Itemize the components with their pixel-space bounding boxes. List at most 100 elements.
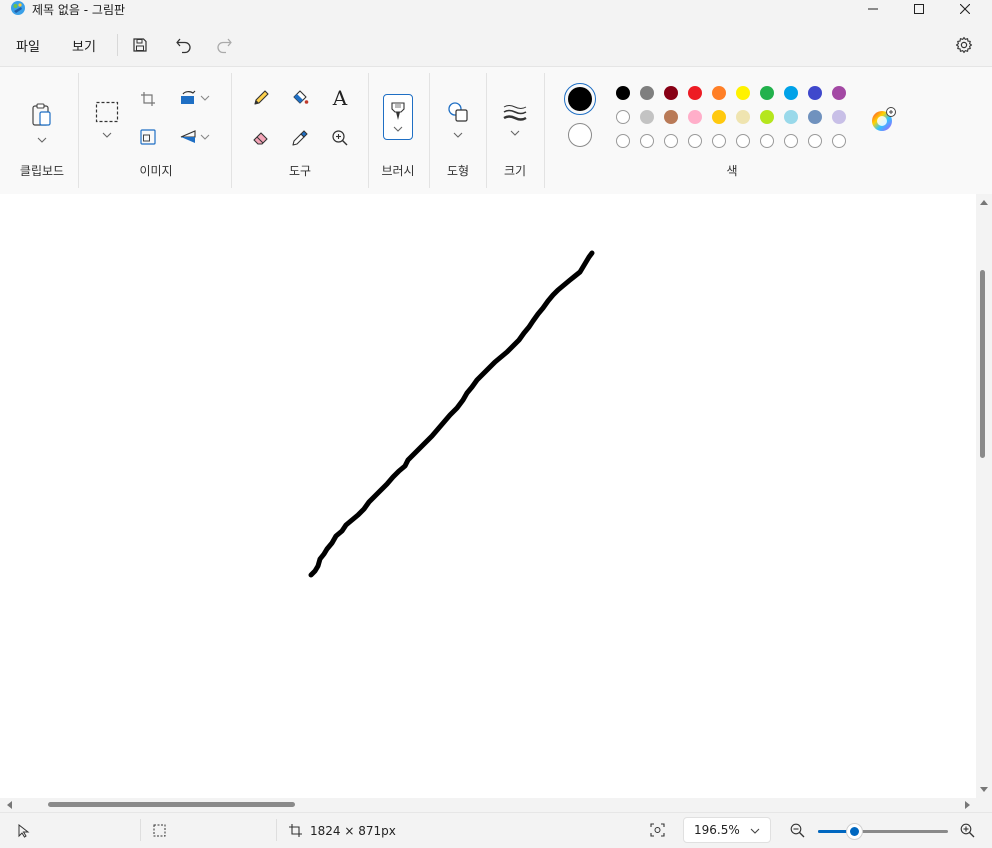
gear-icon — [955, 36, 973, 54]
horizontal-scrollbar[interactable] — [0, 798, 976, 812]
custom-color-slot[interactable] — [784, 134, 798, 148]
zoom-slider-thumb[interactable] — [847, 824, 862, 839]
secondary-color-swatch[interactable] — [568, 123, 592, 147]
chevron-down-icon — [102, 132, 112, 138]
undo-button[interactable] — [170, 32, 198, 58]
minimize-icon — [868, 8, 878, 10]
resize-icon — [140, 129, 156, 145]
color-picker-tool[interactable] — [289, 127, 311, 149]
select-button[interactable] — [92, 95, 122, 145]
close-button[interactable] — [942, 0, 988, 18]
zoom-dropdown[interactable]: 196.5% — [683, 817, 771, 843]
custom-color-slot[interactable] — [664, 134, 678, 148]
custom-color-slot[interactable] — [688, 134, 702, 148]
magnifier-tool[interactable] — [329, 127, 351, 149]
minimize-button[interactable] — [850, 0, 896, 18]
clipboard-icon — [32, 103, 51, 126]
scroll-left-arrow-icon[interactable] — [5, 801, 13, 809]
scroll-up-arrow-icon[interactable] — [980, 198, 988, 206]
brush-button[interactable] — [383, 94, 413, 140]
save-button[interactable] — [126, 32, 154, 58]
custom-color-slot[interactable] — [616, 134, 630, 148]
color-swatch[interactable] — [616, 86, 630, 100]
color-swatch[interactable] — [664, 86, 678, 100]
color-swatch[interactable] — [784, 110, 798, 124]
vertical-scrollbar[interactable] — [976, 194, 992, 798]
color-swatch[interactable] — [712, 110, 726, 124]
custom-color-slot[interactable] — [736, 134, 750, 148]
color-palette — [616, 86, 856, 156]
group-label-brush: 브러시 — [381, 164, 415, 178]
color-swatch[interactable] — [616, 110, 630, 124]
color-swatch[interactable] — [808, 86, 822, 100]
fill-tool[interactable] — [289, 87, 311, 109]
close-icon — [960, 4, 970, 14]
pencil-tool[interactable] — [250, 87, 272, 109]
color-swatch[interactable] — [784, 86, 798, 100]
maximize-icon — [914, 4, 924, 14]
scroll-right-arrow-icon[interactable] — [964, 801, 972, 809]
menu-bar: 파일 보기 — [0, 28, 992, 62]
paste-button[interactable] — [26, 95, 58, 151]
maximize-button[interactable] — [896, 0, 942, 18]
zoom-slider[interactable] — [818, 824, 948, 839]
shapes-button[interactable] — [444, 97, 472, 143]
custom-color-slot[interactable] — [760, 134, 774, 148]
color-swatch[interactable] — [688, 86, 702, 100]
vertical-scroll-thumb[interactable] — [980, 270, 985, 458]
canvas-size-icon — [289, 824, 302, 837]
chevron-down-icon — [37, 137, 47, 143]
chevron-down-icon — [200, 134, 209, 140]
eraser-icon — [253, 132, 268, 145]
color-swatch[interactable] — [760, 86, 774, 100]
zoom-value: 196.5% — [694, 823, 740, 837]
color-swatch[interactable] — [712, 86, 726, 100]
drawing-canvas[interactable] — [0, 194, 976, 798]
horizontal-scroll-thumb[interactable] — [48, 802, 295, 807]
flip-button[interactable] — [176, 126, 212, 148]
settings-button[interactable] — [950, 32, 978, 58]
crop-button[interactable] — [138, 89, 158, 109]
color-swatch[interactable] — [832, 86, 846, 100]
zoom-out-icon[interactable] — [790, 823, 805, 838]
scroll-down-arrow-icon[interactable] — [980, 786, 988, 794]
eyedropper-icon — [292, 130, 308, 146]
group-label-colors: 색 — [726, 164, 738, 178]
redo-button[interactable] — [210, 32, 238, 58]
edit-colors-button[interactable] — [870, 107, 896, 133]
group-divider — [231, 73, 232, 188]
text-tool[interactable]: A — [328, 86, 352, 110]
scroll-corner — [976, 798, 992, 812]
color-swatch[interactable] — [640, 110, 654, 124]
custom-color-slot[interactable] — [640, 134, 654, 148]
color-swatch[interactable] — [832, 110, 846, 124]
primary-color-selector[interactable] — [564, 83, 596, 115]
custom-color-slot[interactable] — [712, 134, 726, 148]
chevron-down-icon — [510, 130, 520, 136]
custom-color-slot[interactable] — [832, 134, 846, 148]
custom-color-slot[interactable] — [808, 134, 822, 148]
fit-to-window-icon[interactable] — [650, 823, 665, 837]
color-swatch[interactable] — [760, 110, 774, 124]
color-swatch[interactable] — [736, 110, 750, 124]
size-button[interactable] — [501, 97, 529, 143]
color-swatch[interactable] — [808, 110, 822, 124]
selection-size-icon — [153, 824, 166, 837]
menu-view[interactable]: 보기 — [72, 36, 96, 55]
rotate-icon — [180, 90, 195, 104]
status-bar: 1824 × 871px 196.5% — [0, 812, 992, 848]
shapes-icon — [448, 102, 468, 122]
paint-bucket-icon — [293, 90, 309, 104]
cursor-position-icon — [18, 824, 30, 838]
status-divider — [276, 819, 277, 841]
color-swatch[interactable] — [688, 110, 702, 124]
color-swatch[interactable] — [736, 86, 750, 100]
color-swatch[interactable] — [664, 110, 678, 124]
menu-file[interactable]: 파일 — [16, 36, 40, 55]
color-swatch[interactable] — [640, 86, 654, 100]
zoom-in-icon[interactable] — [960, 823, 975, 838]
rotate-button[interactable] — [176, 87, 212, 109]
resize-button[interactable] — [138, 127, 158, 147]
eraser-tool[interactable] — [250, 127, 272, 149]
redo-icon — [217, 38, 232, 54]
